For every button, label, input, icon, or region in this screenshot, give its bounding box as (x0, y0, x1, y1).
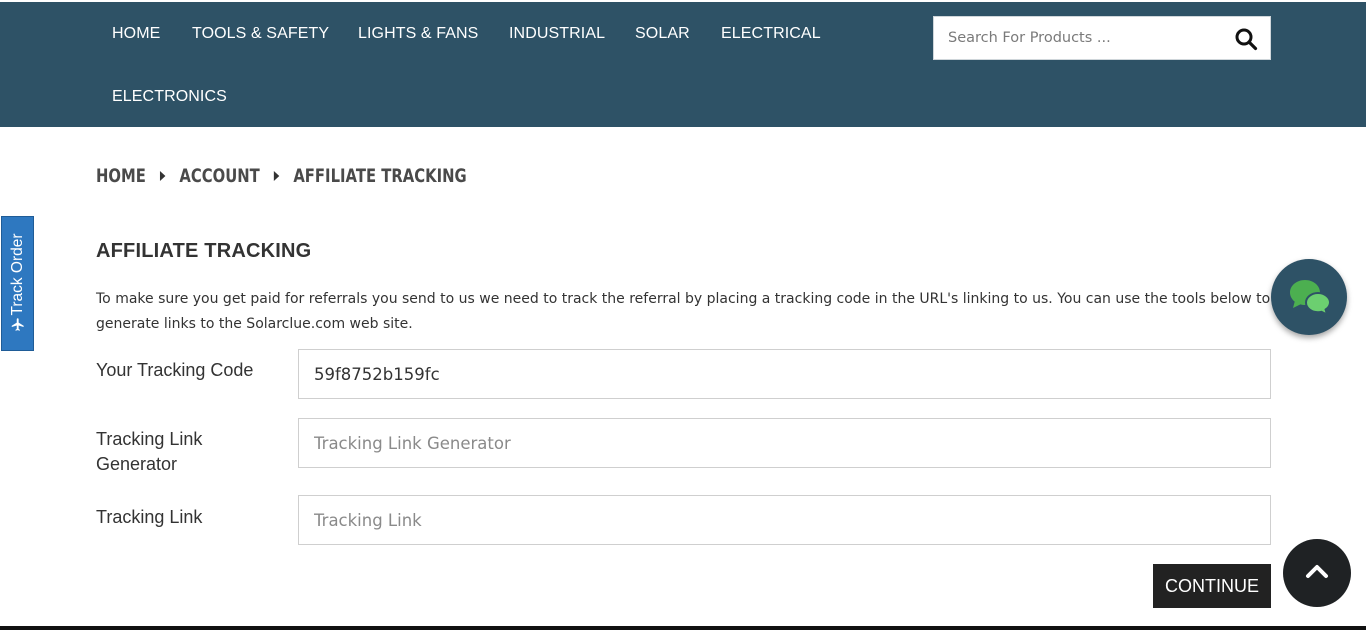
plane-icon (10, 317, 25, 337)
breadcrumb: HOME ACCOUNT AFFILIATE TRACKING (96, 164, 467, 188)
chat-button[interactable] (1271, 259, 1347, 335)
nav-item-electronics[interactable]: ELECTRONICS (112, 88, 227, 106)
nav-item-tools-safety[interactable]: TOOLS & SAFETY (192, 25, 329, 43)
chat-bubbles-icon (1288, 277, 1332, 322)
chevron-up-icon (1305, 563, 1329, 584)
tracking-link-generator-input[interactable] (298, 418, 1271, 468)
footer-edge (0, 626, 1366, 630)
page-description: To make sure you get paid for referrals … (96, 291, 1271, 332)
scroll-to-top-button[interactable] (1283, 539, 1351, 607)
search-input[interactable] (934, 17, 1224, 59)
tracking-link-label: Tracking Link (96, 507, 203, 527)
breadcrumb-separator-icon (273, 171, 280, 181)
tracking-link-generator-label: Tracking Link Generator (96, 429, 203, 474)
top-navigation-bar: HOME TOOLS & SAFETY LIGHTS & FANS INDUST… (0, 2, 1366, 127)
nav-item-industrial[interactable]: INDUSTRIAL (509, 25, 605, 43)
search-box (933, 16, 1271, 60)
nav-item-electrical[interactable]: ELECTRICAL (721, 25, 821, 43)
track-order-label: Track Order (8, 232, 26, 316)
nav-item-solar[interactable]: SOLAR (635, 25, 690, 43)
track-order-tab[interactable]: Track Order (1, 216, 34, 351)
tracking-code-field[interactable] (298, 349, 1271, 399)
page-title: AFFILIATE TRACKING (96, 240, 312, 262)
nav-item-home[interactable]: HOME (112, 25, 160, 43)
tracking-link-field[interactable] (298, 495, 1271, 545)
breadcrumb-affiliate-tracking[interactable]: AFFILIATE TRACKING (293, 165, 466, 187)
breadcrumb-separator-icon (159, 171, 166, 181)
nav-item-lights-fans[interactable]: LIGHTS & FANS (358, 25, 478, 43)
continue-button[interactable]: CONTINUE (1153, 564, 1271, 608)
search-icon[interactable] (1234, 27, 1258, 51)
tracking-code-label: Your Tracking Code (96, 360, 254, 380)
breadcrumb-home[interactable]: HOME (96, 165, 146, 187)
breadcrumb-account[interactable]: ACCOUNT (179, 165, 259, 187)
